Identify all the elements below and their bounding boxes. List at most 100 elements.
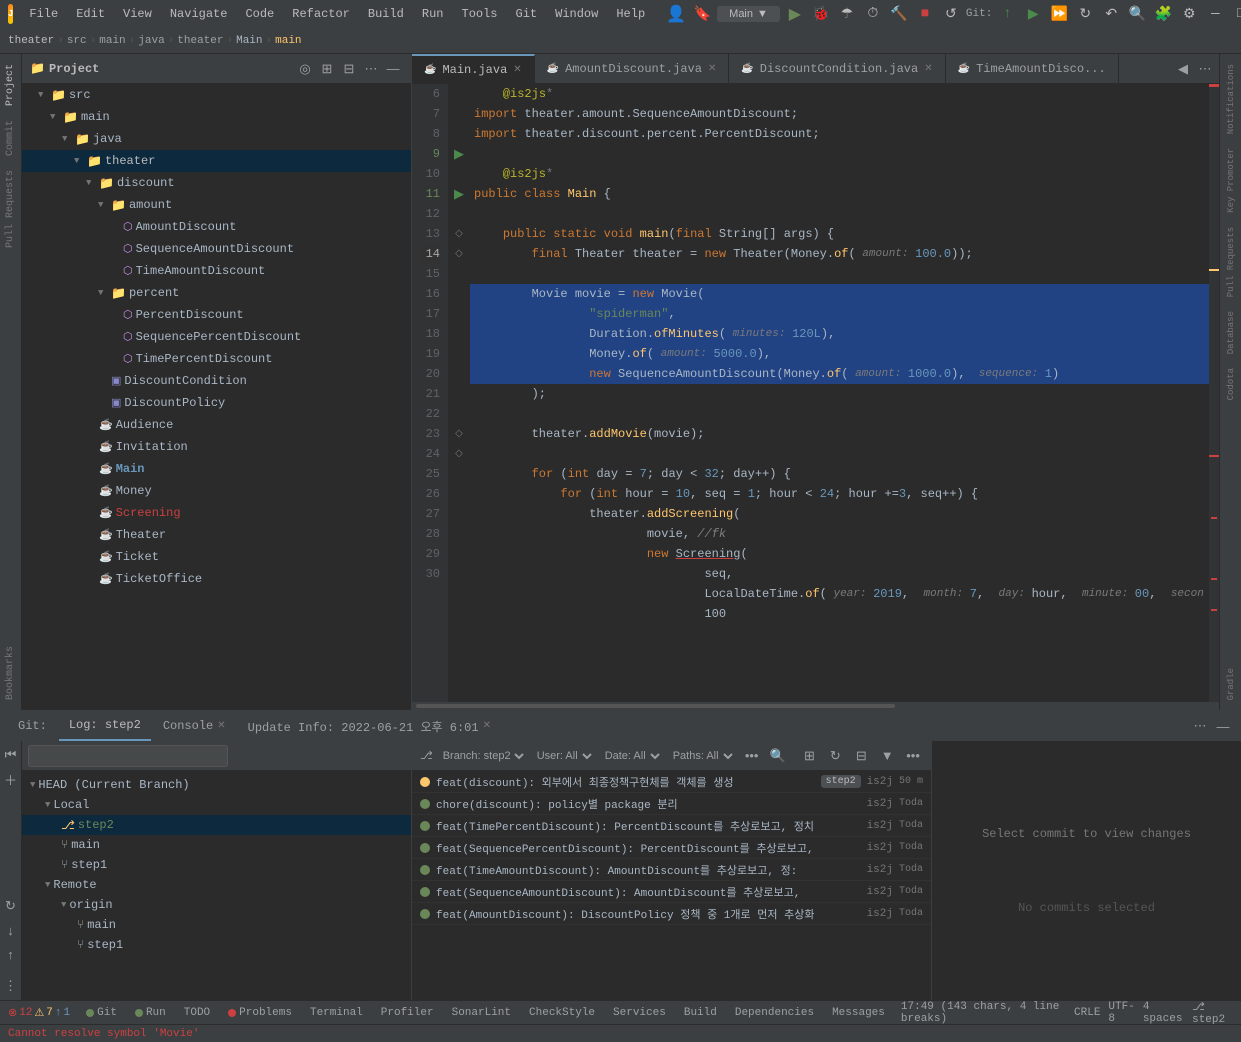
plugins-icon[interactable]: 🧩 xyxy=(1152,3,1174,25)
scroll-tabs-left-btn[interactable]: ◀ xyxy=(1173,59,1193,79)
tree-item-Theater[interactable]: ☕ Theater xyxy=(22,524,411,546)
tree-item-SequencePercentDiscount[interactable]: ⬡ SequencePercentDiscount xyxy=(22,326,411,348)
status-tab-checkstyle[interactable]: CheckStyle xyxy=(521,1001,603,1025)
bottom-tab-console[interactable]: Console ✕ xyxy=(153,711,236,741)
gutter-9[interactable]: ▶ xyxy=(448,144,470,164)
commit-item-3[interactable]: feat(SequencePercentDiscount): PercentDi… xyxy=(412,837,931,859)
bottom-tab-log-step2[interactable]: Log: step2 xyxy=(59,711,151,741)
tree-item-Ticket[interactable]: ☕ Ticket xyxy=(22,546,411,568)
left-panel-project[interactable]: Project xyxy=(3,58,18,112)
commit-item-5[interactable]: feat(SequenceAmountDiscount): AmountDisc… xyxy=(412,881,931,903)
tree-item-AmountDiscount[interactable]: ⬡ AmountDiscount xyxy=(22,216,411,238)
tab-discount-condition[interactable]: ☕ DiscountCondition.java ✕ xyxy=(729,54,945,84)
branch-filter[interactable]: Branch: step2 xyxy=(439,749,527,763)
status-tab-sonarlint[interactable]: SonarLint xyxy=(444,1001,519,1025)
left-panel-commit[interactable]: Commit xyxy=(3,114,18,162)
panel-settings-btn[interactable]: ⋯ xyxy=(361,59,381,79)
commit-item-2[interactable]: feat(TimePercentDiscount): PercentDiscou… xyxy=(412,815,931,837)
status-line-sep[interactable]: UTF-8 xyxy=(1108,1001,1134,1025)
search-commits-btn[interactable]: 🔍 xyxy=(768,746,788,766)
status-tab-run[interactable]: Run xyxy=(127,1001,174,1025)
status-indent[interactable]: 4 spaces xyxy=(1143,1001,1184,1025)
menu-tools[interactable]: Tools xyxy=(454,5,506,23)
search-everywhere-icon[interactable]: 🔍 xyxy=(1126,3,1148,25)
status-tab-todo[interactable]: TODO xyxy=(176,1001,218,1025)
menu-build[interactable]: Build xyxy=(360,5,412,23)
commit-item-6[interactable]: feat(AmountDiscount): DiscountPolicy 정책 … xyxy=(412,903,931,925)
push-btn[interactable]: ↑ xyxy=(1,944,21,964)
error-warning-indicator[interactable]: ⊗ 12 ⚠ 7 ↑ 1 xyxy=(8,1006,70,1020)
commit-item-4[interactable]: feat(TimeAmountDiscount): AmountDiscount… xyxy=(412,859,931,881)
left-panel-bookmarks[interactable]: Bookmarks xyxy=(3,640,18,706)
git-origin-main[interactable]: ⑂ main xyxy=(22,915,411,935)
git-local-section[interactable]: ▼ Local xyxy=(22,795,411,815)
settings-icon[interactable]: ⚙ xyxy=(1178,3,1200,25)
git-remote-section[interactable]: ▼ Remote xyxy=(22,875,411,895)
tree-item-TimePercentDiscount[interactable]: ⬡ TimePercentDiscount xyxy=(22,348,411,370)
status-tab-build[interactable]: Build xyxy=(676,1001,725,1025)
bottom-settings-btn[interactable]: ⋯ xyxy=(1190,716,1210,736)
tree-view-btn[interactable]: ⋮ xyxy=(1,976,21,996)
rerun-button[interactable]: ↺ xyxy=(940,3,962,25)
locate-file-btn[interactable]: ◎ xyxy=(295,59,315,79)
horizontal-scrollbar[interactable] xyxy=(412,702,1219,710)
bottom-tab-git-label[interactable]: Git: xyxy=(8,711,57,741)
bottom-tab-update-info[interactable]: Update Info: 2022-06-21 오후 6:01 ✕ xyxy=(238,711,501,741)
tree-item-java[interactable]: ▼ 📁 java xyxy=(22,128,411,150)
build-button[interactable]: 🔨 xyxy=(888,3,910,25)
more-filters-btn[interactable]: ••• xyxy=(742,746,762,766)
maximize-button[interactable]: □ xyxy=(1230,3,1241,25)
tab-close-icon[interactable]: ✕ xyxy=(513,64,521,76)
breadcrumb-main-file[interactable]: Main xyxy=(236,35,262,47)
run-gutter-icon-2[interactable]: ▶ xyxy=(454,187,464,202)
bookmark-icon[interactable]: 🔖 xyxy=(691,3,713,25)
console-close-icon[interactable]: ✕ xyxy=(217,720,225,732)
status-position[interactable]: 17:49 (143 chars, 4 line breaks) xyxy=(901,1001,1066,1025)
git-branch-status[interactable]: ⎇ step2 xyxy=(1192,1000,1233,1026)
right-panel-key-promoter[interactable]: Key Promoter xyxy=(1224,142,1238,219)
pull-btn[interactable]: ↓ xyxy=(1,920,21,940)
columns-btn[interactable]: ⊞ xyxy=(800,746,820,766)
menu-help[interactable]: Help xyxy=(608,5,653,23)
run-button[interactable]: ▶ xyxy=(784,3,806,25)
breadcrumb-theater2[interactable]: theater xyxy=(177,35,223,47)
tab-close-icon[interactable]: ✕ xyxy=(708,63,716,75)
tab-amount-discount[interactable]: ☕ AmountDiscount.java ✕ xyxy=(535,54,730,84)
panel-minimize-btn[interactable]: — xyxy=(383,59,403,79)
tree-item-DiscountPolicy[interactable]: ▣ DiscountPolicy xyxy=(22,392,411,414)
stop-button[interactable]: ■ xyxy=(914,3,936,25)
commit-list-more-btn[interactable]: ••• xyxy=(903,746,923,766)
debug-button[interactable]: 🐞 xyxy=(810,3,832,25)
tree-item-SequenceAmountDiscount[interactable]: ⬡ SequenceAmountDiscount xyxy=(22,238,411,260)
tree-item-DiscountCondition[interactable]: ▣ DiscountCondition xyxy=(22,370,411,392)
commit-icon[interactable]: ↶ xyxy=(1100,3,1122,25)
breadcrumb-main-method[interactable]: main xyxy=(275,35,301,47)
expand-all-btn[interactable]: ⊞ xyxy=(317,59,337,79)
tree-item-percent[interactable]: ▼ 📁 percent xyxy=(22,282,411,304)
status-tab-problems[interactable]: Problems xyxy=(220,1001,300,1025)
git-head-item[interactable]: ▼ HEAD (Current Branch) xyxy=(22,775,411,795)
refresh-btn[interactable]: ↻ xyxy=(825,746,845,766)
run-config-dropdown[interactable]: Main ▼ xyxy=(717,6,780,22)
menu-file[interactable]: File xyxy=(21,5,66,23)
git-branch-step1[interactable]: ⑂ step1 xyxy=(22,855,411,875)
tab-close-icon[interactable]: ✕ xyxy=(924,63,932,75)
right-panel-notifications[interactable]: Notifications xyxy=(1224,58,1238,140)
menu-edit[interactable]: Edit xyxy=(68,5,113,23)
right-panel-pull-requests[interactable]: Pull Requests xyxy=(1224,221,1238,303)
filter-btn[interactable]: ▼ xyxy=(877,746,897,766)
tab-settings-btn[interactable]: ⋯ xyxy=(1195,59,1215,79)
menu-view[interactable]: View xyxy=(115,5,160,23)
tree-item-PercentDiscount[interactable]: ⬡ PercentDiscount xyxy=(22,304,411,326)
goto-first-btn[interactable]: ⏮ xyxy=(1,745,21,765)
update-info-close-icon[interactable]: ✕ xyxy=(483,720,491,732)
breadcrumb-main-dir[interactable]: main xyxy=(99,35,125,47)
tree-item-src[interactable]: ▼ 📁 src xyxy=(22,84,411,106)
menu-navigate[interactable]: Navigate xyxy=(162,5,236,23)
minimize-button[interactable]: — xyxy=(1204,3,1226,25)
tree-item-Main[interactable]: ☕ Main xyxy=(22,458,411,480)
git-push-icon[interactable]: ↑ xyxy=(996,3,1018,25)
status-tab-git[interactable]: Git xyxy=(78,1001,125,1025)
update-project-icon[interactable]: ↻ xyxy=(1074,3,1096,25)
fetch-btn[interactable]: ↻ xyxy=(1,896,21,916)
